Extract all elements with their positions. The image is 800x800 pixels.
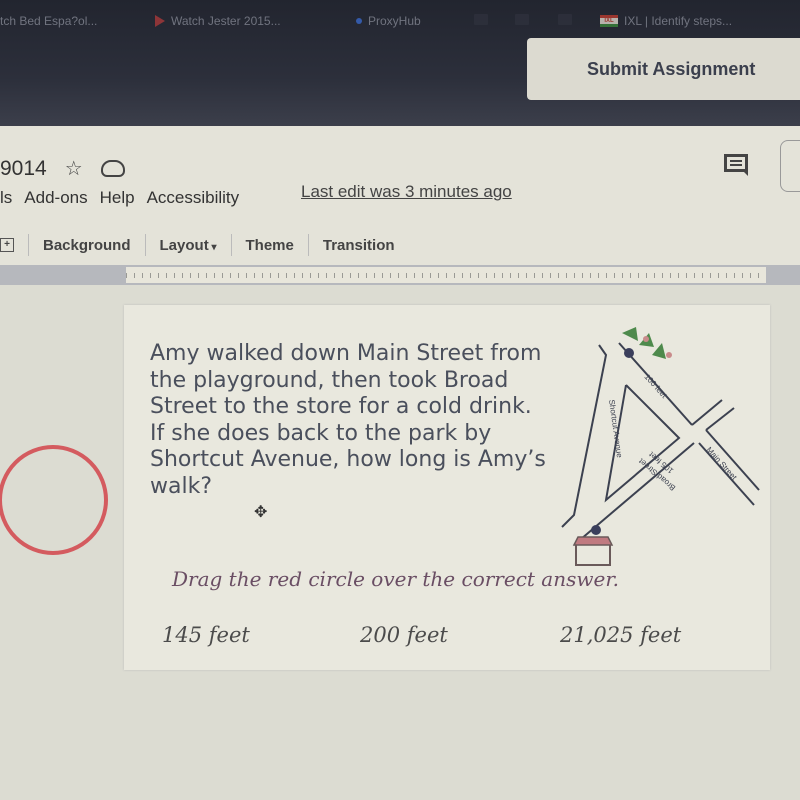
bookmark-label: ProxyHub [368,14,421,28]
label-main-street: Main Street [705,445,740,482]
video-play-icon [155,15,165,27]
document-title-row: 9014 ☆ [0,156,125,181]
toolbar-divider [144,234,146,256]
answer-option-1[interactable]: 145 feet [162,623,250,647]
menu-accessibility[interactable]: Accessibility [147,188,240,208]
folder-icon [474,14,488,25]
cloud-saved-icon[interactable] [100,160,125,177]
bookmark-folder[interactable] [558,14,572,25]
answer-option-3[interactable]: 21,025 feet [560,623,681,647]
menu-tools[interactable]: ls [0,188,12,208]
menu-bar: ls Add-ons Help Accessibility [0,188,239,208]
layout-button[interactable]: Layout ▾ [160,237,217,254]
present-button-edge[interactable] [780,140,800,192]
bookmark-label: Watch Jester 2015... [171,14,281,28]
submit-assignment-button[interactable]: Submit Assignment [527,38,800,100]
move-cursor-icon: ✥ [254,504,268,521]
answer-option-2[interactable]: 200 feet [360,623,448,647]
last-edit-link[interactable]: Last edit was 3 minutes ago [301,182,512,202]
slide: Amy walked down Main Street from the pla… [124,305,770,670]
bookmark-item[interactable]: IXL IXL | Identify steps... [600,14,732,28]
instruction-text: Drag the red circle over the correct ans… [172,567,620,591]
bookmark-label: IXL | Identify steps... [624,14,733,28]
document-title[interactable]: 9014 [0,157,47,181]
bookmark-folder[interactable] [515,14,529,25]
menu-add-ons[interactable]: Add-ons [24,188,87,208]
transition-button[interactable]: Transition [323,237,395,254]
bookmark-item[interactable]: ProxyHub [356,14,421,28]
menu-help[interactable]: Help [100,188,135,208]
store-icon [572,536,614,566]
bookmark-item[interactable]: Watch Jester 2015... [155,14,281,28]
new-slide-icon[interactable]: + [0,238,14,252]
bookmark-item[interactable]: tch Bed Espa?ol... [0,14,97,28]
layout-label: Layout [159,236,209,254]
store-marker [591,525,601,535]
folder-icon [515,14,529,25]
question-text[interactable]: Amy walked down Main Street from the pla… [150,341,550,500]
toolbar: + Background Layout ▾ Theme Transition [0,230,395,260]
toolbar-divider [230,234,232,256]
bookmarks-bar: tch Bed Espa?ol... Watch Jester 2015... … [0,14,800,40]
dot-icon [356,18,362,24]
bookmark-label: tch Bed Espa?ol... [0,14,98,28]
comment-history-icon[interactable] [724,154,748,176]
toolbar-divider [28,234,29,256]
theme-button[interactable]: Theme [246,237,294,254]
label-100-feet: 100 feet [643,372,670,400]
slides-header: 9014 ☆ ls Add-ons Help Accessibility Las… [0,126,800,266]
bookmark-folder[interactable] [474,14,488,25]
chevron-down-icon: ▾ [208,241,217,253]
toolbar-divider [307,234,309,256]
browser-chrome: tch Bed Espa?ol... Watch Jester 2015... … [0,0,800,130]
ixl-icon: IXL [600,15,618,27]
shortcut-avenue-line [561,344,608,528]
street-map: 100 feet Shortcut Avenue Main Street 105… [561,327,760,566]
star-icon[interactable]: ☆ [65,156,83,181]
folder-icon [558,14,572,25]
background-button[interactable]: Background [43,237,131,254]
playground-marker [624,348,634,358]
draggable-red-circle[interactable] [0,445,108,555]
horizontal-ruler[interactable] [126,267,766,283]
cross-street-line-2 [705,407,735,431]
